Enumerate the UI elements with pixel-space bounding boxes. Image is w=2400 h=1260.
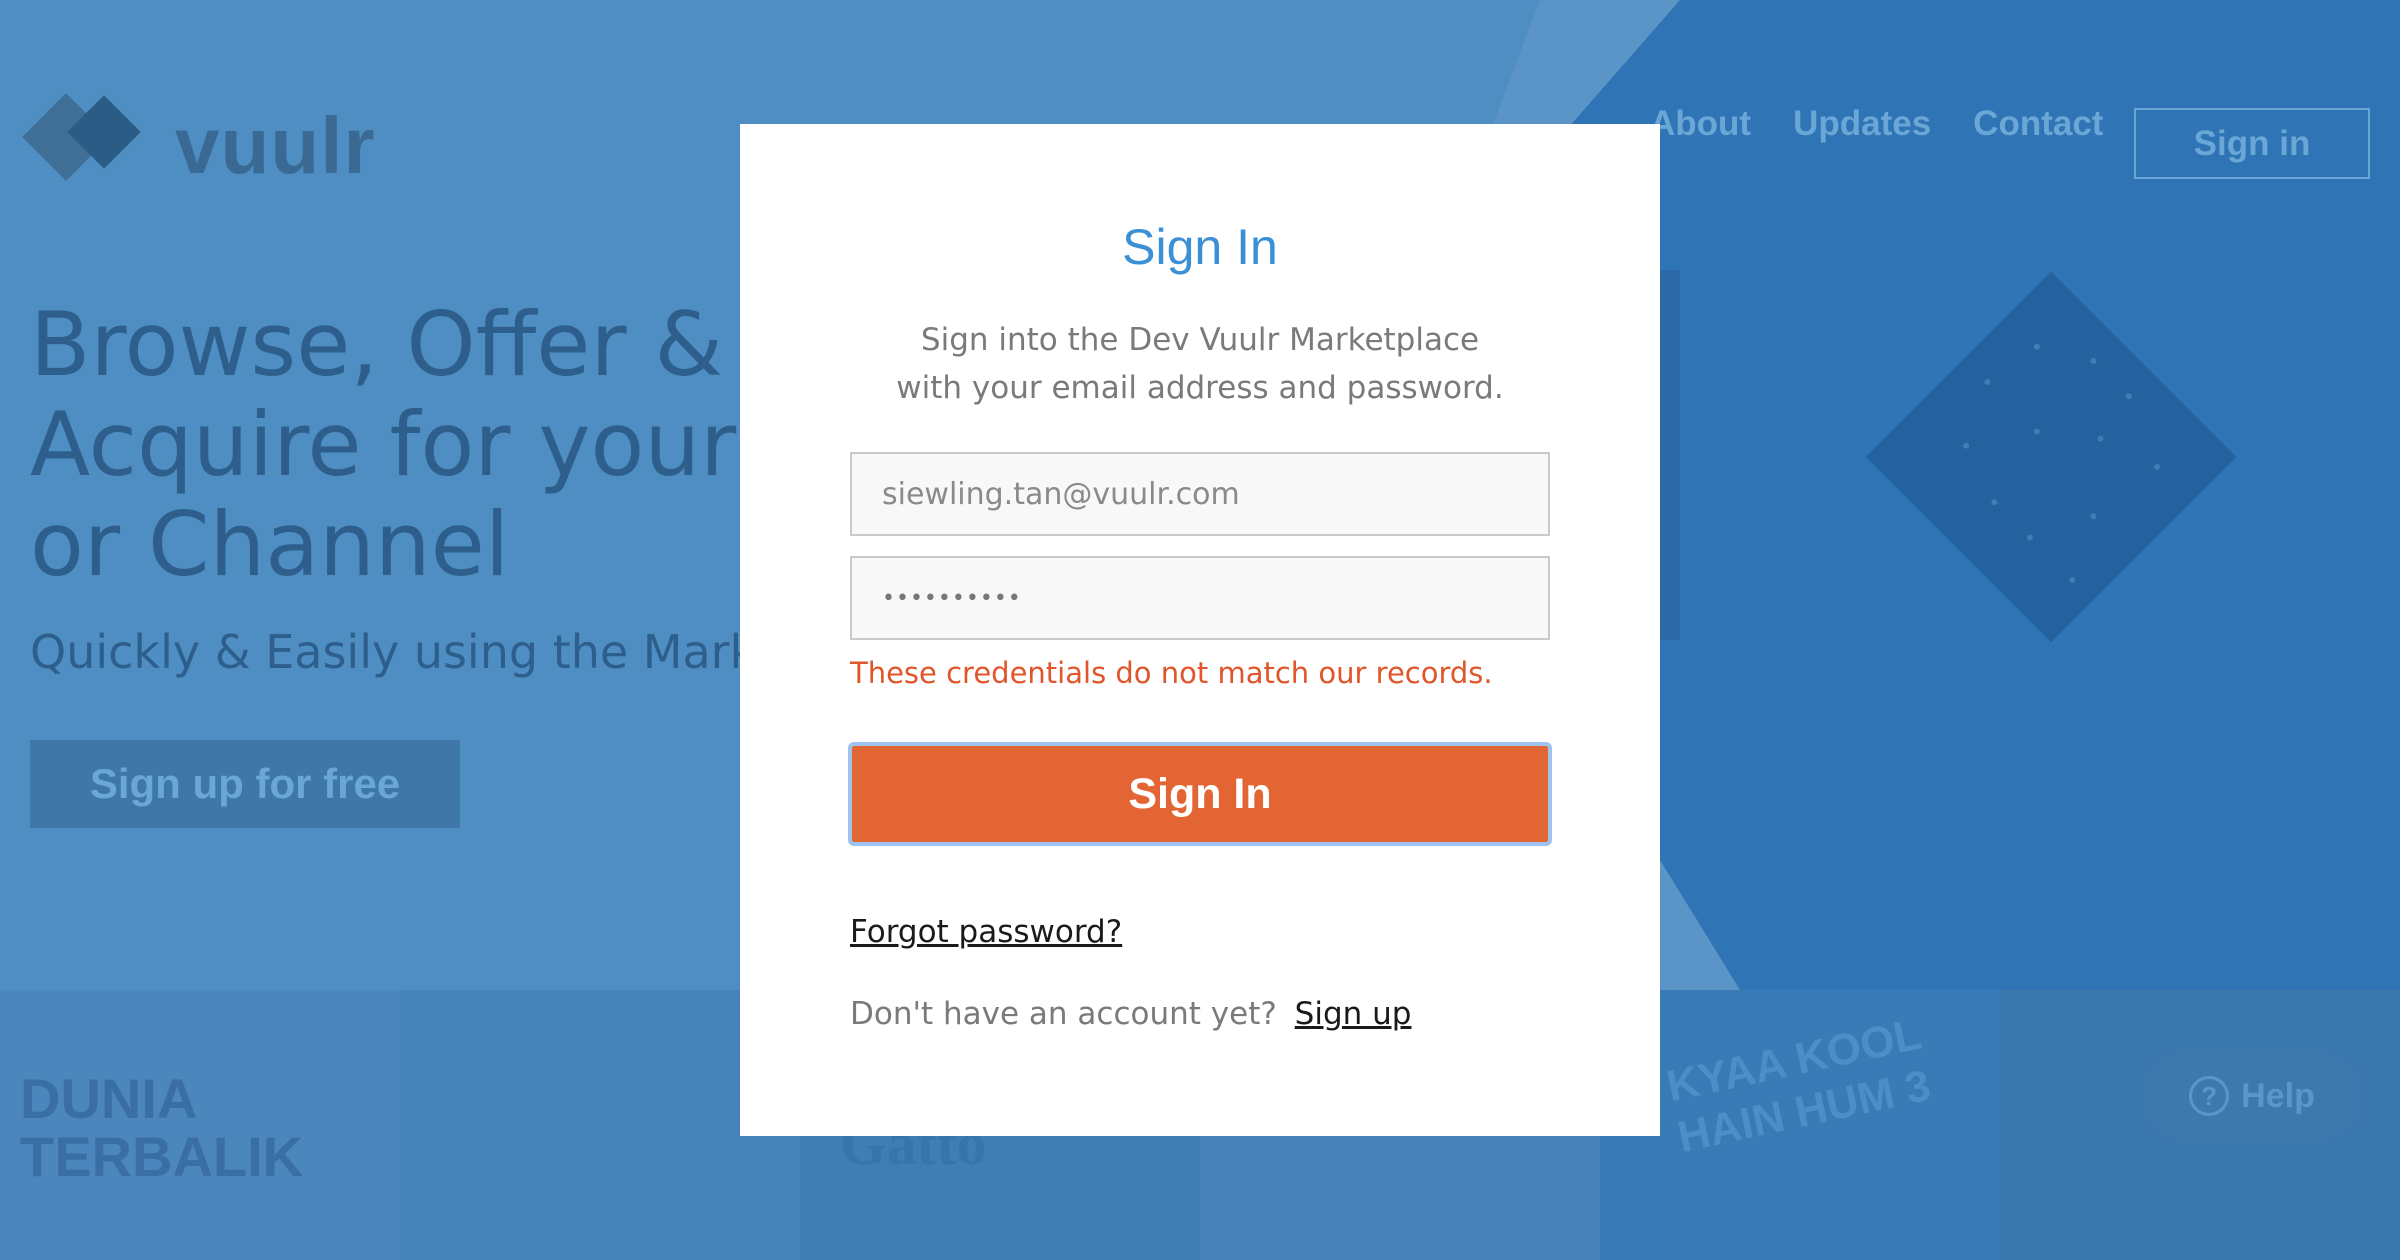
modal-title: Sign In xyxy=(1122,219,1278,275)
no-account-text: Don't have an account yet? xyxy=(850,996,1277,1032)
star-dot xyxy=(2067,575,2077,585)
tile-kyaa-kool-hain-hum[interactable]: KYAA KOOL HAIN HUM 3 xyxy=(1600,990,2000,1260)
star-dot xyxy=(2089,356,2098,366)
forgot-password-link[interactable]: Forgot password? xyxy=(850,914,1122,950)
tile-dunia-terbalik[interactable]: DUNIA TERBALIK xyxy=(0,990,400,1260)
vuulr-logo[interactable]: vuulr xyxy=(22,93,376,192)
star-dot xyxy=(2089,512,2098,521)
hero-headline-line-1: Browse, Offer & xyxy=(30,295,724,396)
help-label: Help xyxy=(2241,1076,2315,1115)
password-field[interactable]: •••••••••• xyxy=(850,556,1550,640)
modal-description-line-1: Sign into the Dev Vuulr Marketplace xyxy=(920,322,1480,358)
star-dot xyxy=(2124,391,2134,401)
star-dot xyxy=(2025,533,2035,542)
nav-signin-button[interactable]: Sign in xyxy=(2134,108,2370,179)
star-dot xyxy=(2096,434,2105,443)
star-dot xyxy=(2152,462,2162,472)
hero-headline-line-2: Acquire for your xyxy=(30,393,737,496)
signin-modal: Sign In Sign into the Dev Vuulr Marketpl… xyxy=(740,124,1660,1136)
modal-description-line-2: with your email address and password. xyxy=(896,370,1504,406)
nav-item-about[interactable]: About xyxy=(1650,104,1751,144)
email-field[interactable] xyxy=(850,452,1550,536)
tile-title: KYAA KOOL HAIN HUM 3 xyxy=(1662,1009,1935,1163)
signup-free-button[interactable]: Sign up for free xyxy=(30,740,460,828)
nav-item-contact[interactable]: Contact xyxy=(1973,104,2103,144)
question-icon: ? xyxy=(2189,1076,2230,1116)
hero-headline-line-3: or Channel xyxy=(30,493,510,596)
logo-text: vuulr xyxy=(175,101,376,190)
nav-item-updates[interactable]: Updates xyxy=(1793,104,1931,144)
decorative-bar xyxy=(1660,270,1680,640)
signup-link[interactable]: Sign up xyxy=(1295,996,1412,1032)
star-dot xyxy=(1961,441,1971,450)
signup-prompt: Don't have an account yet? Sign up xyxy=(850,996,1411,1032)
star-dot xyxy=(2032,342,2042,351)
email-input[interactable] xyxy=(882,476,1548,512)
star-dot xyxy=(1983,377,1992,387)
vuulr-logo-icon xyxy=(22,93,145,191)
star-dot xyxy=(1990,498,1999,507)
star-dot xyxy=(2032,427,2042,436)
help-button[interactable]: ? Help xyxy=(2144,1050,2360,1142)
password-input[interactable]: •••••••••• xyxy=(882,586,1022,611)
hero-subline: Quickly & Easily using the Marke xyxy=(30,625,750,679)
tile-title: DUNIA TERBALIK xyxy=(20,1067,304,1188)
hero: Browse, Offer & Acquire for your or Chan… xyxy=(30,295,750,679)
modal-description: Sign into the Dev Vuulr Marketplace with… xyxy=(800,316,1600,412)
error-message: These credentials do not match our recor… xyxy=(850,656,1493,690)
top-nav: About Updates Contact xyxy=(1650,104,2103,144)
signin-submit-button[interactable]: Sign In xyxy=(848,742,1552,846)
